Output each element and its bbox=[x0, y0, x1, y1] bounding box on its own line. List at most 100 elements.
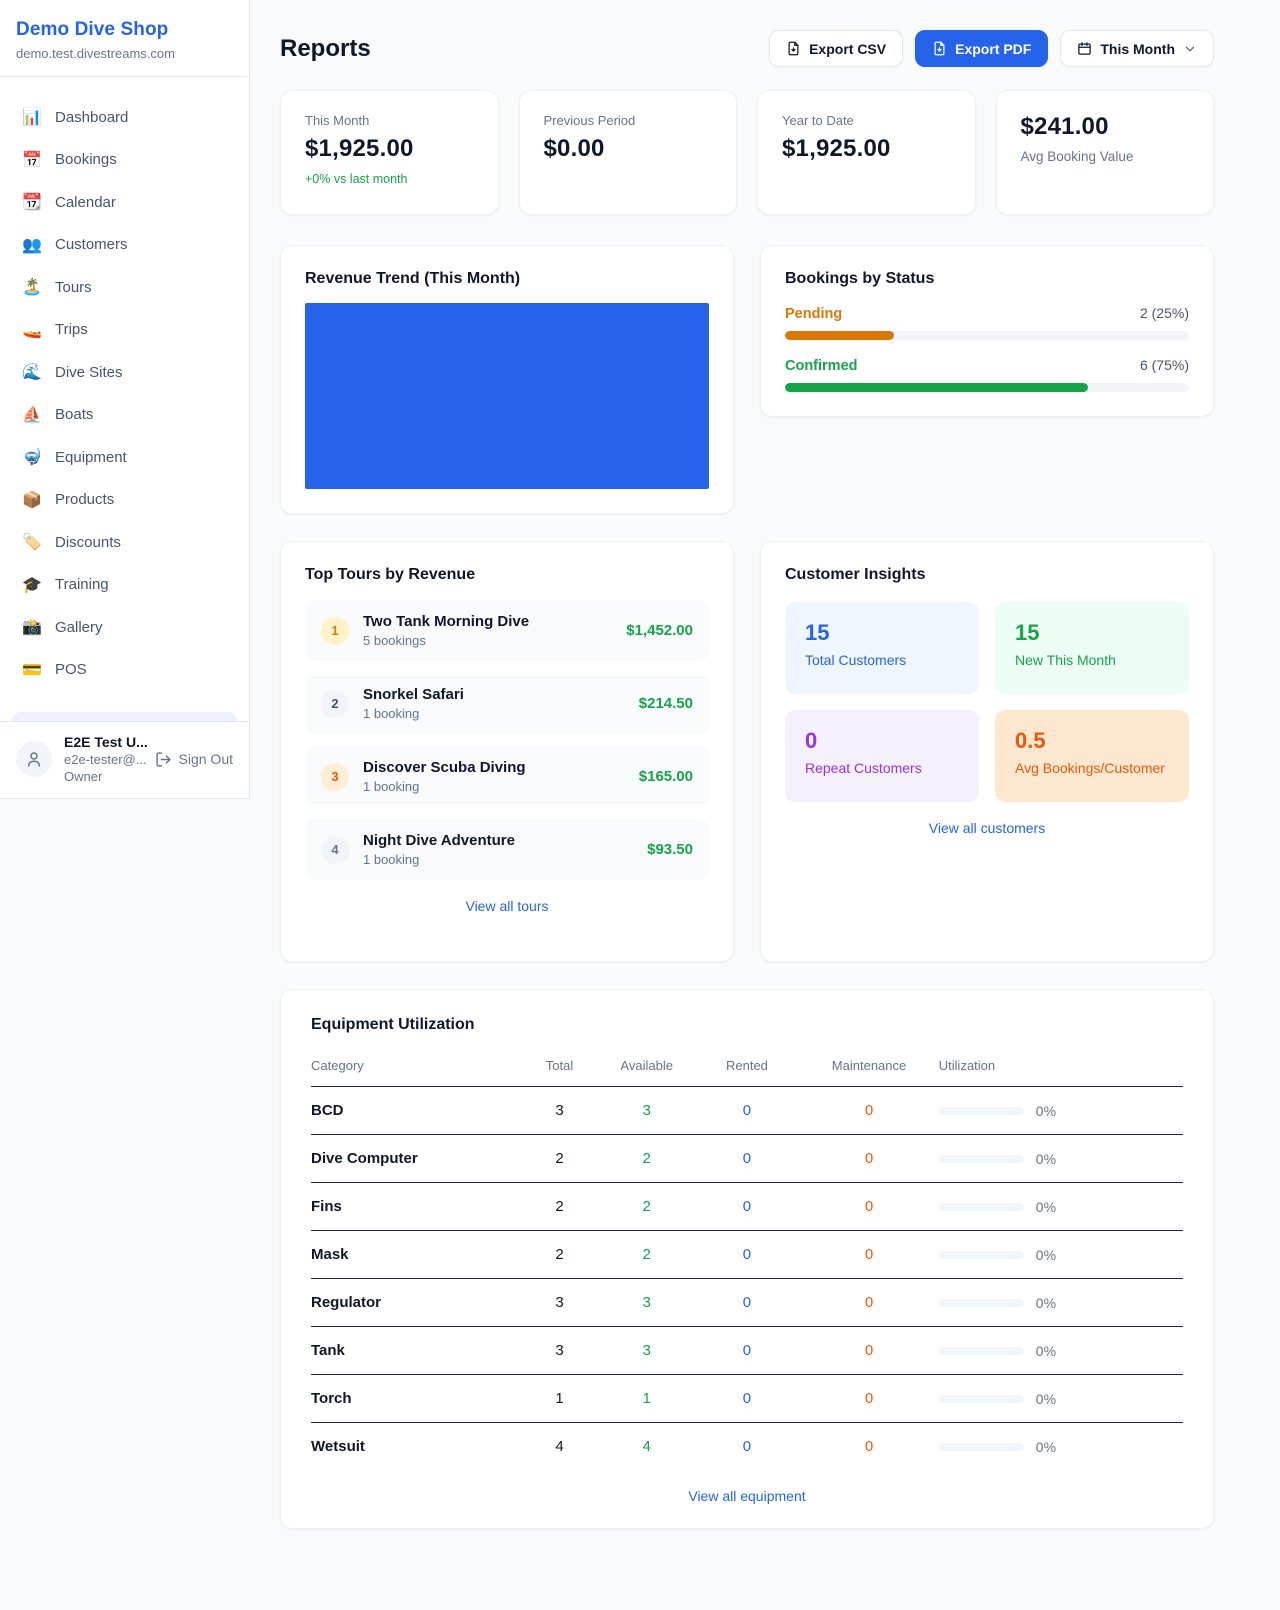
equipment-utilization-card: Equipment Utilization Category Total Ava… bbox=[280, 989, 1214, 1529]
main-content: Reports Export CSV Export PDF This Month bbox=[280, 0, 1214, 1529]
sidebar-item-label: Dive Sites bbox=[55, 364, 123, 381]
utilization-cell: 0% bbox=[939, 1295, 1183, 1311]
sign-out-button[interactable]: Sign Out bbox=[155, 751, 233, 768]
insight-tile-avg-bookings: 0.5 Avg Bookings/Customer bbox=[995, 710, 1189, 802]
cell-category: Regulator bbox=[311, 1279, 520, 1327]
status-label: Pending bbox=[785, 306, 842, 322]
cell-maintenance: 0 bbox=[799, 1375, 939, 1423]
sidebar-item-trips[interactable]: 🚤 Trips bbox=[12, 309, 237, 352]
stat-label: Year to Date bbox=[782, 113, 951, 128]
sidebar-item-customers[interactable]: 👥 Customers bbox=[12, 224, 237, 267]
table-row: Mask 2 2 0 0 0% bbox=[311, 1231, 1183, 1279]
sidebar-item-training[interactable]: 🎓 Training bbox=[12, 564, 237, 607]
utilization-bar bbox=[939, 1395, 1024, 1403]
sidebar-item-tours[interactable]: 🏝️ Tours bbox=[12, 266, 237, 309]
tour-name: Night Dive Adventure bbox=[363, 832, 633, 849]
sidebar-item-label: Discounts bbox=[55, 534, 121, 551]
credit-card-icon: 💳 bbox=[22, 660, 42, 680]
view-all-tours-link[interactable]: View all tours bbox=[305, 898, 709, 914]
cell-rented: 0 bbox=[695, 1375, 800, 1423]
calendar-icon bbox=[1077, 41, 1092, 56]
view-all-equipment-link[interactable]: View all equipment bbox=[311, 1488, 1183, 1504]
bookings-by-status-card: Bookings by Status Pending 2 (25%) Confi… bbox=[760, 245, 1214, 417]
tour-revenue: $214.50 bbox=[639, 695, 693, 712]
sidebar-item-reports-active-partial[interactable] bbox=[12, 712, 237, 721]
chevron-down-icon bbox=[1183, 42, 1197, 56]
sidebar-item-dive-sites[interactable]: 🌊 Dive Sites bbox=[12, 351, 237, 394]
utilization-cell: 0% bbox=[939, 1343, 1183, 1359]
tour-bookings: 1 booking bbox=[363, 706, 625, 721]
cell-available: 3 bbox=[599, 1087, 695, 1135]
tour-revenue: $165.00 bbox=[639, 768, 693, 785]
cell-maintenance: 0 bbox=[799, 1087, 939, 1135]
sidebar-item-products[interactable]: 📦 Products bbox=[12, 479, 237, 522]
utilization-percent: 0% bbox=[1036, 1151, 1056, 1167]
list-item: 2 Snorkel Safari 1 booking $214.50 bbox=[305, 673, 709, 734]
utilization-percent: 0% bbox=[1036, 1103, 1056, 1119]
column-header: Rented bbox=[695, 1050, 800, 1087]
progress-bar-track bbox=[785, 383, 1189, 392]
user-info: E2E Test U... e2e-tester@... Owner bbox=[64, 734, 143, 784]
stat-trend-note: +0% vs last month bbox=[305, 172, 474, 186]
stat-label: This Month bbox=[305, 113, 474, 128]
rank-badge: 4 bbox=[321, 836, 349, 864]
cell-rented: 0 bbox=[695, 1087, 800, 1135]
export-csv-button[interactable]: Export CSV bbox=[769, 30, 903, 67]
top-tours-title: Top Tours by Revenue bbox=[305, 566, 709, 584]
utilization-percent: 0% bbox=[1036, 1199, 1056, 1215]
status-count: 6 (75%) bbox=[1140, 357, 1189, 373]
revenue-trend-card: Revenue Trend (This Month) bbox=[280, 245, 734, 514]
sidebar-item-label: Bookings bbox=[55, 151, 117, 168]
cell-category: Torch bbox=[311, 1375, 520, 1423]
user-email: e2e-tester@... bbox=[64, 752, 143, 767]
cell-rented: 0 bbox=[695, 1231, 800, 1279]
insight-value: 15 bbox=[1015, 620, 1169, 646]
equipment-utilization-title: Equipment Utilization bbox=[311, 1016, 1183, 1034]
cell-category: Dive Computer bbox=[311, 1135, 520, 1183]
utilization-percent: 0% bbox=[1036, 1295, 1056, 1311]
tour-bookings: 5 bookings bbox=[363, 633, 612, 648]
sidebar-user-footer: E2E Test U... e2e-tester@... Owner Sign … bbox=[0, 721, 249, 798]
cell-maintenance: 0 bbox=[799, 1423, 939, 1471]
cell-total: 2 bbox=[520, 1183, 598, 1231]
cell-category: Tank bbox=[311, 1327, 520, 1375]
utilization-bar bbox=[939, 1155, 1024, 1163]
cell-available: 3 bbox=[599, 1279, 695, 1327]
cell-total: 3 bbox=[520, 1327, 598, 1375]
revenue-trend-title: Revenue Trend (This Month) bbox=[305, 270, 709, 288]
status-row-confirmed: Confirmed 6 (75%) bbox=[785, 357, 1189, 392]
view-all-customers-link[interactable]: View all customers bbox=[785, 820, 1189, 836]
cell-available: 2 bbox=[599, 1135, 695, 1183]
sidebar-item-gallery[interactable]: 📸 Gallery bbox=[12, 606, 237, 649]
sidebar-item-bookings[interactable]: 📅 Bookings bbox=[12, 139, 237, 182]
stat-card-previous-period: Previous Period $0.00 bbox=[519, 90, 738, 215]
sidebar-item-equipment[interactable]: 🤿 Equipment bbox=[12, 436, 237, 479]
utilization-bar bbox=[939, 1251, 1024, 1259]
sign-out-label: Sign Out bbox=[179, 751, 233, 767]
stat-value: $1,925.00 bbox=[782, 135, 951, 163]
cell-total: 4 bbox=[520, 1423, 598, 1471]
tear-off-calendar-icon: 📆 bbox=[22, 192, 42, 212]
period-label: This Month bbox=[1100, 41, 1175, 57]
rank-badge: 2 bbox=[321, 690, 349, 718]
sidebar-item-boats[interactable]: ⛵ Boats bbox=[12, 394, 237, 437]
utilization-bar bbox=[939, 1107, 1024, 1115]
insight-tiles: 15 Total Customers 15 New This Month 0 R… bbox=[785, 602, 1189, 802]
sidebar-item-discounts[interactable]: 🏷️ Discounts bbox=[12, 521, 237, 564]
period-dropdown[interactable]: This Month bbox=[1060, 30, 1214, 67]
export-pdf-button[interactable]: Export PDF bbox=[915, 30, 1048, 67]
insight-tile-total-customers: 15 Total Customers bbox=[785, 602, 979, 694]
progress-bar-track bbox=[785, 331, 1189, 340]
sidebar-item-pos[interactable]: 💳 POS bbox=[12, 649, 237, 692]
cell-rented: 0 bbox=[695, 1135, 800, 1183]
stat-label: Avg Booking Value bbox=[1021, 149, 1190, 164]
sidebar-nav: 📊 Dashboard 📅 Bookings 📆 Calendar 👥 Cust… bbox=[0, 77, 249, 721]
stat-card-avg-booking-value: $241.00 Avg Booking Value bbox=[996, 90, 1215, 215]
sidebar-item-calendar[interactable]: 📆 Calendar bbox=[12, 181, 237, 224]
insight-tile-new-this-month: 15 New This Month bbox=[995, 602, 1189, 694]
stat-card-this-month: This Month $1,925.00 +0% vs last month bbox=[280, 90, 499, 215]
sidebar-item-dashboard[interactable]: 📊 Dashboard bbox=[12, 96, 237, 139]
page-title: Reports bbox=[280, 35, 371, 63]
cell-total: 2 bbox=[520, 1231, 598, 1279]
cell-category: Mask bbox=[311, 1231, 520, 1279]
